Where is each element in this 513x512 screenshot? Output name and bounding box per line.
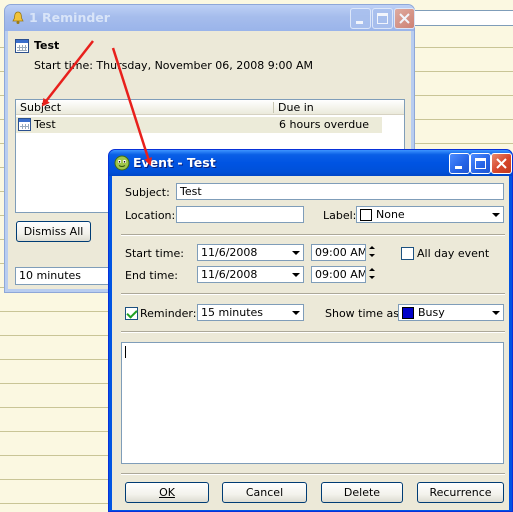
recurrence-label: Recurrence [429, 486, 492, 499]
reminder-checkbox[interactable] [125, 307, 138, 320]
column-header-subject[interactable]: Subject [20, 101, 61, 114]
spin-down-icon[interactable] [367, 274, 378, 282]
start-date-select[interactable]: 11/6/2008 [197, 244, 304, 261]
appointment-icon [15, 39, 29, 53]
show-time-value: Busy [418, 306, 445, 319]
label-label: Label: [323, 209, 357, 222]
reminder-start-line: Start time: Thursday, November 06, 2008 … [34, 59, 313, 72]
chevron-down-icon[interactable] [289, 268, 302, 281]
label-value: None [376, 208, 405, 221]
row-due: 6 hours overdue [279, 118, 369, 131]
event-app-icon [114, 155, 130, 171]
maximize-icon [475, 158, 486, 169]
maximize-button[interactable] [470, 153, 491, 174]
column-divider [273, 102, 274, 113]
ok-button[interactable]: OK [125, 482, 209, 503]
text-cursor [125, 346, 126, 358]
separator [121, 293, 505, 295]
bell-icon [12, 11, 24, 24]
minimize-icon [455, 166, 462, 169]
cancel-label: Cancel [245, 486, 284, 499]
location-input[interactable] [176, 206, 304, 223]
end-time-spinner[interactable] [367, 266, 378, 283]
all-day-label[interactable]: All day event [417, 247, 489, 260]
spin-up-icon[interactable] [367, 266, 378, 274]
end-time-label: End time: [125, 269, 178, 282]
minimize-button[interactable] [350, 8, 371, 29]
minimize-button[interactable] [449, 153, 470, 174]
event-titlebar[interactable]: Event - Test [109, 150, 512, 176]
start-time-label: Start time: [125, 247, 184, 260]
dismiss-all-button[interactable]: Dismiss All [16, 221, 91, 242]
row-subject: Test [34, 118, 56, 131]
label-select[interactable]: None [356, 206, 504, 223]
snooze-value: 10 minutes [19, 269, 82, 282]
reminder-select[interactable]: 15 minutes [197, 304, 304, 321]
show-time-label: Show time as: [325, 307, 403, 320]
start-date-value: 11/6/2008 [201, 246, 258, 259]
maximize-button[interactable] [372, 8, 393, 29]
chevron-down-icon[interactable] [489, 306, 502, 319]
close-button[interactable] [394, 8, 415, 29]
dismiss-all-label: Dismiss All [23, 225, 84, 238]
column-header-due[interactable]: Due in [278, 101, 314, 114]
show-time-select[interactable]: Busy [398, 304, 504, 321]
table-row[interactable]: Test 6 hours overdue [16, 117, 382, 133]
end-time-input[interactable]: 09:00 AM [311, 266, 366, 283]
cancel-button[interactable]: Cancel [222, 482, 307, 503]
maximize-icon [377, 13, 388, 24]
notes-textarea[interactable] [121, 342, 504, 464]
start-time-spinner[interactable] [367, 244, 378, 261]
appointment-icon [18, 118, 31, 131]
event-client: Subject: Test Location: Label: None Star… [112, 176, 509, 510]
show-time-color-swatch [402, 307, 414, 319]
recurrence-button[interactable]: Recurrence [417, 482, 504, 503]
reminder-label[interactable]: Reminder: [140, 307, 196, 320]
close-icon [496, 158, 507, 169]
separator [121, 331, 505, 333]
delete-label: Delete [343, 486, 381, 499]
chevron-down-icon[interactable] [289, 306, 302, 319]
subject-input[interactable]: Test [176, 183, 504, 200]
background-input [411, 10, 513, 26]
label-color-swatch [360, 209, 372, 221]
all-day-checkbox[interactable] [401, 247, 414, 260]
reminder-titlebar[interactable]: 1 Reminder [5, 5, 415, 31]
spin-up-icon[interactable] [367, 244, 378, 252]
event-window: Event - Test Subject: Test Location: Lab… [108, 149, 513, 512]
reminder-item-title: Test [34, 39, 60, 52]
reminder-value: 15 minutes [201, 306, 264, 319]
separator [121, 234, 505, 236]
ok-label: OK [159, 486, 175, 499]
end-date-select[interactable]: 11/6/2008 [197, 266, 304, 283]
chevron-down-icon[interactable] [289, 246, 302, 259]
end-date-value: 11/6/2008 [201, 268, 258, 281]
separator [121, 473, 505, 475]
location-label: Location: [125, 209, 176, 222]
delete-button[interactable]: Delete [321, 482, 403, 503]
close-icon [399, 13, 410, 24]
chevron-down-icon[interactable] [489, 208, 502, 221]
event-title: Event - Test [133, 155, 216, 170]
subject-label: Subject: [125, 186, 170, 199]
minimize-icon [356, 21, 363, 24]
reminder-title: 1 Reminder [29, 10, 110, 25]
close-button[interactable] [491, 153, 512, 174]
start-time-input[interactable]: 09:00 AM [311, 244, 366, 261]
spin-down-icon[interactable] [367, 252, 378, 260]
list-header: Subject Due in [16, 100, 404, 115]
